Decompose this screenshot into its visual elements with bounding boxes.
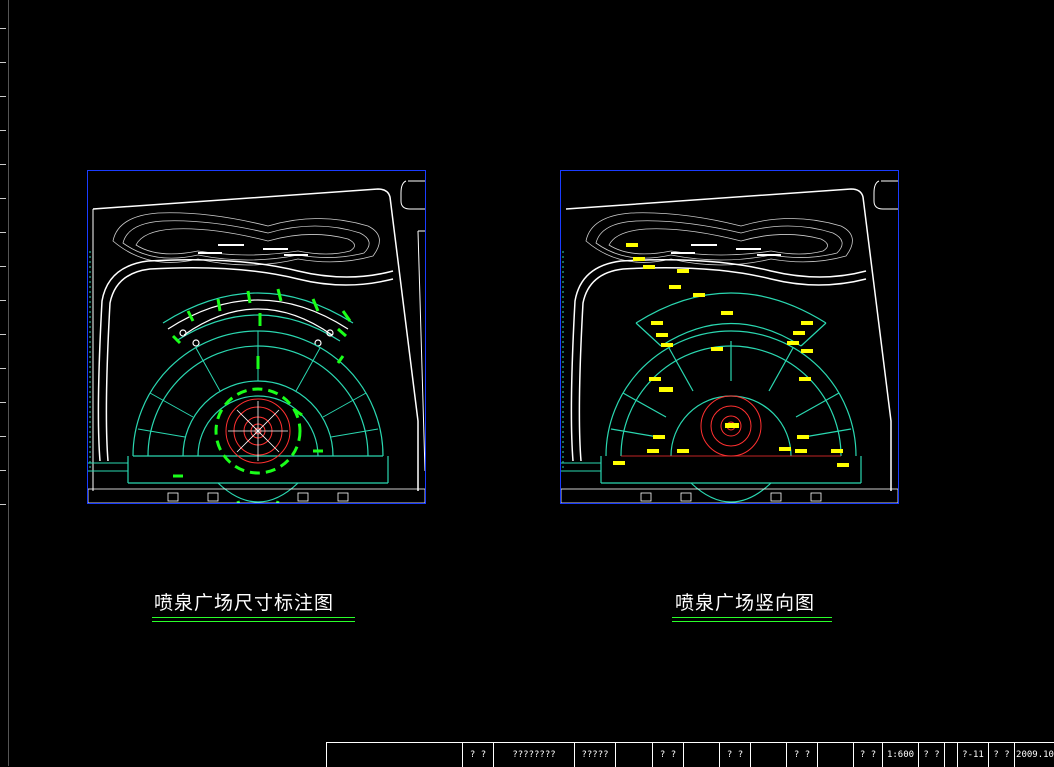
title-block-spacer: [616, 743, 653, 767]
ruler-tick: [0, 28, 6, 29]
title-block-cell: ? ?: [787, 743, 818, 767]
left-view-title: 喷泉广场尺寸标注图: [154, 592, 335, 614]
right-title-underline: [672, 617, 832, 618]
title-block-spacer: [751, 743, 787, 767]
ruler-tick: [0, 198, 6, 199]
title-block-cell: ?????: [575, 743, 616, 767]
ruler-tick: [0, 436, 6, 437]
dimension-plan-drawing: [87, 180, 426, 510]
left-ruler: [0, 0, 9, 766]
ruler-tick: [0, 504, 6, 505]
ruler-tick: [0, 300, 6, 301]
cad-model-space[interactable]: 喷泉广场尺寸标注图 喷泉广场竖向图 ? ? ???????? ????? ? ?…: [0, 0, 1054, 767]
title-block-cell: ? ?: [720, 743, 751, 767]
ruler-tick: [0, 470, 6, 471]
ruler-tick: [0, 266, 6, 267]
drawing-title-block: ? ? ???????? ????? ? ? ? ? ? ? ? ? 1:600…: [326, 742, 1054, 767]
title-block-cell: ? ?: [919, 743, 945, 767]
title-block-cell: ? ?: [653, 743, 684, 767]
title-block-scale: 1:600: [883, 743, 919, 767]
ruler-tick: [0, 62, 6, 63]
title-block-cell: ? ?: [989, 743, 1015, 767]
title-block-spacer: [818, 743, 854, 767]
ruler-tick: [0, 368, 6, 369]
right-title-underline-2: [672, 621, 832, 622]
vertical-plan-drawing: [560, 180, 899, 504]
title-block-drawing-no: ?-11: [958, 743, 989, 767]
title-block-spacer: [684, 743, 720, 767]
right-view-title: 喷泉广场竖向图: [675, 592, 816, 614]
left-title-underline-2: [152, 621, 355, 622]
title-block-cell: ????????: [494, 743, 575, 767]
title-block-spacer: [945, 743, 958, 767]
ruler-tick: [0, 130, 6, 131]
title-block-cell: ? ?: [854, 743, 883, 767]
ruler-tick: [0, 164, 6, 165]
title-block-date: 2009.10: [1016, 750, 1054, 760]
ruler-tick: [0, 232, 6, 233]
ruler-tick: [0, 334, 6, 335]
title-block-cell: ? ?: [463, 743, 494, 767]
ruler-tick: [0, 96, 6, 97]
left-title-underline: [152, 617, 355, 618]
vertical-plan-viewport[interactable]: [560, 170, 899, 504]
dimension-plan-viewport[interactable]: [87, 170, 426, 510]
ruler-tick: [0, 402, 6, 403]
title-block-spacer: [327, 743, 463, 767]
